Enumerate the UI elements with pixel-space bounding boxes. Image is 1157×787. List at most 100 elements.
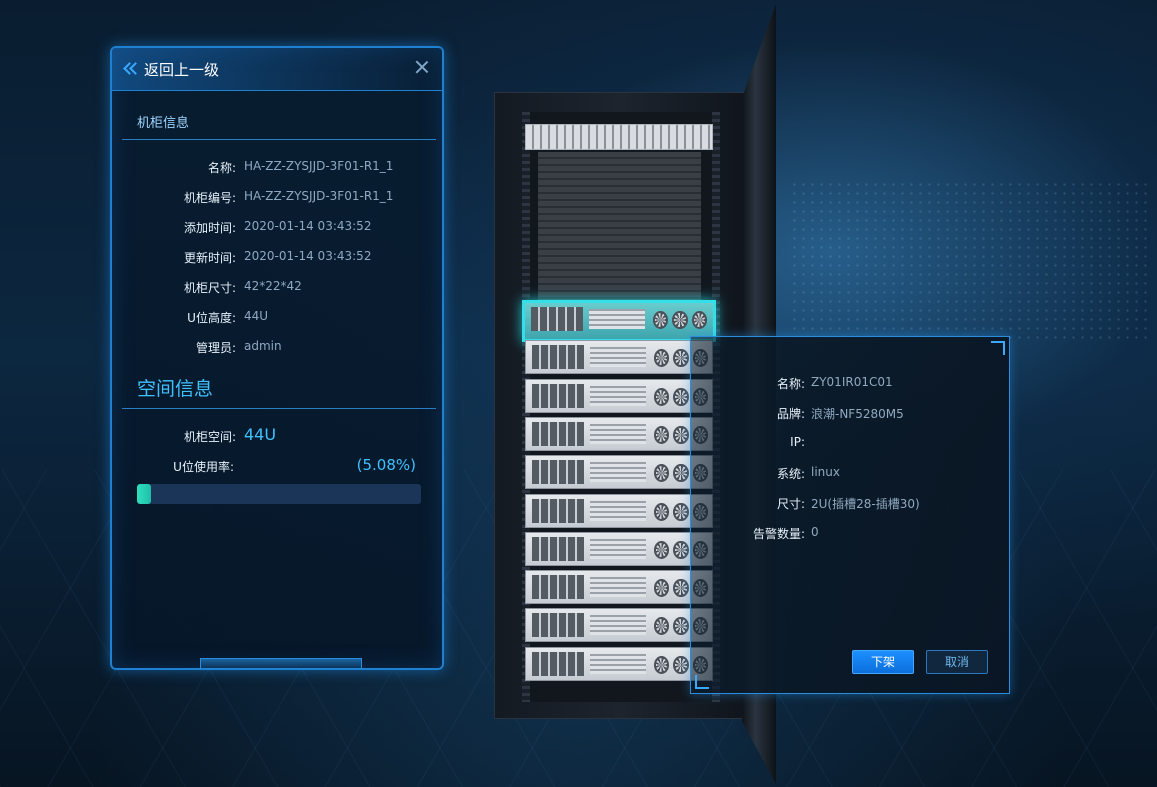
info-label: 机柜尺寸: — [183, 281, 236, 295]
drive-bays — [532, 651, 584, 676]
divider — [122, 139, 436, 140]
detail-row-alarm-count: 告警数量: 0 — [691, 525, 1009, 545]
server-unit[interactable] — [525, 531, 713, 566]
fan-icon — [673, 655, 689, 674]
fan-icon — [654, 502, 670, 521]
drive-bays — [532, 345, 584, 370]
panel-header: 返回上一级 — [112, 48, 442, 91]
detail-label: 告警数量: — [752, 527, 805, 541]
detail-value: 2U(插槽28-插槽30) — [811, 497, 920, 511]
server-unit[interactable] — [525, 570, 713, 605]
info-label: 管理员: — [195, 341, 236, 355]
panel-bottom-decoration — [200, 658, 362, 669]
back-button[interactable]: 返回上一级 — [122, 58, 219, 80]
info-row-cabinet-number: 机柜编号: HA-ZZ-ZYSJJD-3F01-R1_1 — [112, 189, 442, 209]
fan-icon — [673, 387, 689, 406]
server-unit[interactable] — [525, 646, 713, 681]
corner-decoration — [991, 341, 1005, 355]
info-value: 42*22*42 — [244, 279, 302, 293]
front-panel — [590, 385, 646, 406]
front-panel — [590, 462, 646, 483]
info-row-added-time: 添加时间: 2020-01-14 03:43:52 — [112, 219, 442, 239]
space-row: 机柜空间: 44U — [112, 425, 442, 448]
cabinet-info-title: 机柜信息 — [137, 116, 190, 131]
server-unit[interactable] — [525, 378, 713, 413]
drive-bays — [532, 383, 584, 408]
close-icon[interactable] — [414, 59, 430, 75]
info-label: 机柜编号: — [183, 191, 236, 205]
detail-value: 浪潮-NF5280M5 — [811, 407, 904, 421]
server-unit[interactable] — [525, 340, 713, 375]
detail-row-brand: 品牌: 浪潮-NF5280M5 — [691, 405, 1009, 425]
info-row-name: 名称: HA-ZZ-ZYSJJD-3F01-R1_1 — [112, 159, 442, 179]
server-unit-selected[interactable] — [522, 300, 716, 342]
drive-bays — [531, 307, 583, 331]
server-unit[interactable] — [525, 493, 713, 528]
fan-icon — [654, 349, 670, 368]
corner-decoration — [695, 675, 709, 689]
info-label: 更新时间: — [183, 251, 236, 265]
info-label: U位高度: — [187, 311, 236, 325]
drive-bays — [532, 536, 584, 561]
info-label: 添加时间: — [183, 221, 236, 235]
drive-bays — [532, 575, 584, 600]
info-row-admin: 管理员: admin — [112, 339, 442, 359]
fan-icon — [654, 579, 670, 598]
usage-row: U位使用率: (5.08%) — [112, 456, 442, 478]
background-dots — [790, 180, 1150, 340]
fan-icon — [672, 311, 688, 329]
detail-value: 0 — [811, 525, 819, 539]
usage-label: U位使用率: — [173, 460, 234, 474]
divider — [122, 408, 436, 409]
fan-icon — [691, 311, 707, 329]
detail-row-ip: IP: — [691, 435, 1009, 455]
fan-icon — [654, 540, 670, 559]
detail-row-name: 名称: ZY01IR01C01 — [691, 375, 1009, 395]
info-label: 名称: — [207, 161, 236, 175]
back-label: 返回上一级 — [144, 60, 220, 79]
fan-icon — [654, 617, 670, 636]
fan-icon — [673, 349, 689, 368]
drive-bays — [532, 498, 584, 523]
fan-icon — [673, 425, 689, 444]
fan-icon — [673, 579, 689, 598]
fan-group — [653, 311, 707, 329]
space-value: 44U — [244, 425, 277, 444]
front-panel — [590, 653, 646, 674]
fan-icon — [673, 540, 689, 559]
info-row-updated-time: 更新时间: 2020-01-14 03:43:52 — [112, 249, 442, 269]
cabinet-panel: 返回上一级 机柜信息 名称: HA-ZZ-ZYSJJD-3F01-R1_1 机柜… — [110, 46, 444, 670]
fan-icon — [673, 502, 689, 521]
front-panel — [590, 577, 646, 598]
info-value: HA-ZZ-ZYSJJD-3F01-R1_1 — [244, 159, 394, 173]
unmount-button[interactable]: 下架 — [852, 650, 914, 674]
info-value: admin — [244, 339, 282, 353]
device-detail-panel: 名称: ZY01IR01C01 品牌: 浪潮-NF5280M5 IP: 系统: … — [690, 336, 1010, 694]
fan-icon — [673, 464, 689, 483]
front-panel — [589, 309, 645, 329]
fan-icon — [654, 655, 670, 674]
detail-label: 名称: — [776, 377, 805, 391]
detail-value: linux — [811, 465, 840, 479]
space-info-title: 空间信息 — [137, 378, 214, 400]
network-switch[interactable] — [525, 124, 713, 150]
drive-bays — [532, 421, 584, 446]
front-panel — [590, 538, 646, 559]
usage-progress-fill — [137, 484, 152, 504]
drive-bays — [532, 613, 584, 638]
detail-value: ZY01IR01C01 — [811, 375, 893, 389]
fan-icon — [654, 425, 670, 444]
fan-icon — [654, 464, 670, 483]
server-unit[interactable] — [525, 416, 713, 451]
detail-label: IP: — [790, 435, 805, 449]
detail-label: 系统: — [776, 467, 805, 481]
fan-icon — [654, 387, 670, 406]
cancel-button[interactable]: 取消 — [926, 650, 988, 674]
double-chevron-left-icon — [122, 60, 140, 78]
server-unit[interactable] — [525, 608, 713, 643]
usage-percent: (5.08%) — [356, 456, 416, 474]
detail-row-system: 系统: linux — [691, 465, 1009, 485]
info-row-cabinet-size: 机柜尺寸: 42*22*42 — [112, 279, 442, 299]
info-value: 44U — [244, 309, 269, 323]
server-unit[interactable] — [525, 455, 713, 490]
